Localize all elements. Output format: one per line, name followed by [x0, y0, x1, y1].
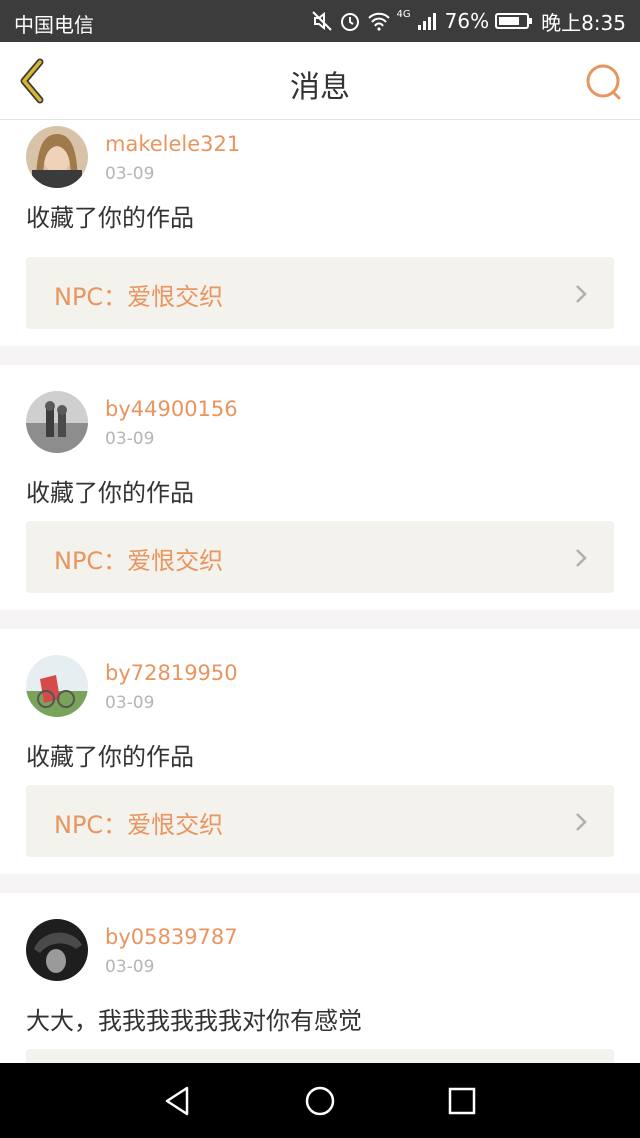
message-card: by05839787 03-09 大大，我我我我我我对你有感觉: [0, 893, 640, 1063]
alarm-icon: [340, 13, 359, 31]
username[interactable]: by05839787: [105, 925, 238, 949]
status-bar: 中国电信 4G 76% 晚上8:35: [0, 0, 640, 42]
signal-icon: [417, 13, 436, 30]
avatar[interactable]: [26, 126, 88, 188]
network-type: 4G: [396, 8, 411, 20]
username[interactable]: by44900156: [105, 397, 238, 421]
wifi-icon: [367, 12, 390, 31]
work-title: NPC：爱恨交织: [54, 547, 224, 575]
avatar[interactable]: [26, 391, 88, 453]
message-text: 收藏了你的作品: [26, 204, 194, 232]
chevron-right-icon: [576, 813, 587, 831]
chevron-right-icon: [576, 285, 587, 303]
work-title: NPC：爱恨交织: [54, 283, 224, 311]
header: 消息: [0, 42, 640, 120]
work-link[interactable]: NPC：爱恨交织: [26, 257, 614, 329]
nav-recents-icon[interactable]: [445, 1084, 479, 1118]
carrier-name: 中国电信: [14, 13, 94, 37]
message-text: 大大，我我我我我我对你有感觉: [26, 1007, 362, 1035]
message-date: 03-09: [105, 957, 155, 977]
work-link[interactable]: NPC：爱恨交织: [26, 785, 614, 857]
clock: 晚上8:35: [541, 10, 626, 35]
search-icon[interactable]: [584, 62, 624, 102]
battery-percent: 76%: [444, 9, 490, 33]
battery-icon: [495, 13, 533, 29]
page-title: 消息: [290, 70, 350, 105]
navigation-bar: [0, 1063, 640, 1138]
message-card: by72819950 03-09 收藏了你的作品 NPC：爱恨交织: [0, 629, 640, 874]
message-date: 03-09: [105, 693, 155, 713]
avatar[interactable]: [26, 919, 88, 981]
message-date: 03-09: [105, 429, 155, 449]
work-title: NPC：爱恨交织: [54, 811, 224, 839]
username[interactable]: by72819950: [105, 661, 238, 685]
nav-home-icon[interactable]: [303, 1084, 337, 1118]
nav-back-icon[interactable]: [161, 1084, 195, 1118]
username[interactable]: makelele321: [105, 132, 240, 156]
avatar[interactable]: [26, 655, 88, 717]
message-card: makelele321 03-09 收藏了你的作品 NPC：爱恨交织: [0, 120, 640, 346]
message-text: 收藏了你的作品: [26, 743, 194, 771]
work-link[interactable]: [26, 1049, 614, 1063]
message-feed[interactable]: makelele321 03-09 收藏了你的作品 NPC：爱恨交织 by449…: [0, 120, 640, 1063]
message-text: 收藏了你的作品: [26, 479, 194, 507]
mute-icon: [311, 11, 332, 31]
message-date: 03-09: [105, 164, 155, 184]
work-link[interactable]: NPC：爱恨交织: [26, 521, 614, 593]
chevron-right-icon: [576, 549, 587, 567]
message-card: by44900156 03-09 收藏了你的作品 NPC：爱恨交织: [0, 365, 640, 610]
